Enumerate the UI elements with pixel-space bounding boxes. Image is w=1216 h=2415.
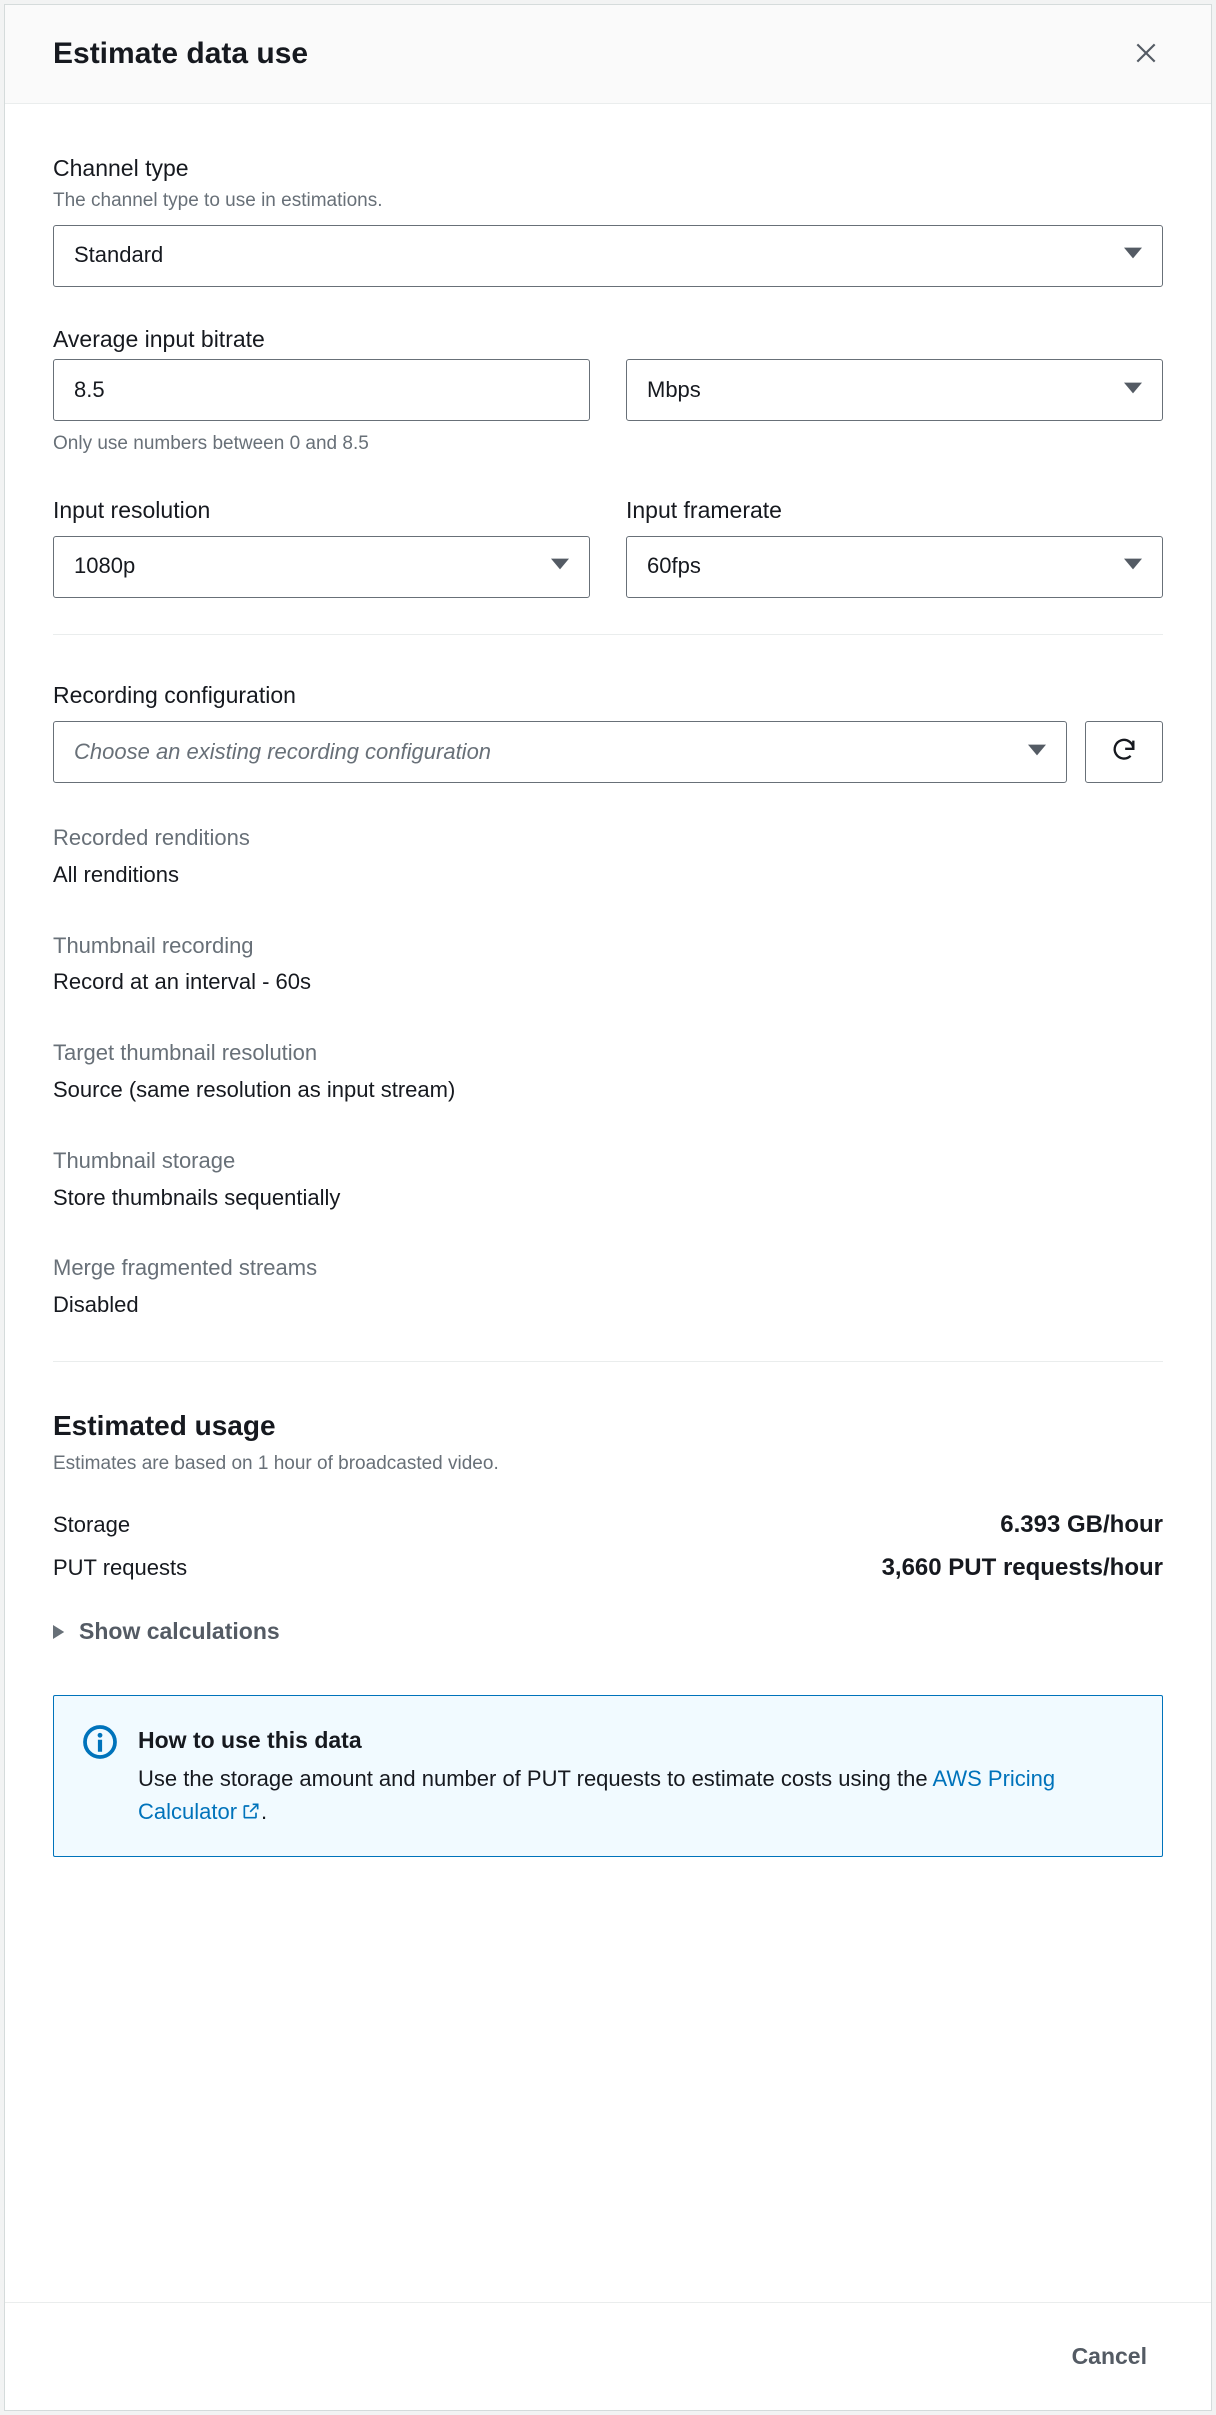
cancel-button[interactable]: Cancel [1056,2333,1163,2380]
input-framerate-value: 60fps [647,551,701,582]
channel-type-field: Channel type The channel type to use in … [53,152,1163,287]
input-resolution-value: 1080p [74,551,135,582]
thumbnail-recording-value: Record at an interval - 60s [53,967,1163,998]
close-icon [1133,54,1159,69]
merge-fragmented-value: Disabled [53,1290,1163,1321]
avg-bitrate-field: Average input bitrate Mbps Only use numb… [53,323,1163,458]
target-thumb-res-value: Source (same resolution as input stream) [53,1075,1163,1106]
storage-row: Storage 6.393 GB/hour [53,1508,1163,1542]
recorded-renditions-block: Recorded renditions All renditions [53,823,1163,891]
input-resolution-select[interactable]: 1080p [53,536,590,598]
caret-down-icon [1124,240,1142,271]
thumbnail-recording-label: Thumbnail recording [53,931,1163,962]
channel-type-label: Channel type [53,152,1163,184]
avg-bitrate-constraint: Only use numbers between 0 and 8.5 [53,431,1163,458]
show-calculations-toggle[interactable]: Show calculations [53,1615,1163,1647]
input-framerate-field: Input framerate 60fps [626,494,1163,598]
input-framerate-select[interactable]: 60fps [626,536,1163,598]
close-button[interactable] [1129,36,1163,73]
storage-value: 6.393 GB/hour [1000,1508,1163,1542]
triangle-right-icon [53,1615,67,1647]
channel-type-value: Standard [74,240,163,271]
info-title: How to use this data [138,1724,1134,1756]
channel-type-hint: The channel type to use in estimations. [53,188,1163,215]
modal-title: Estimate data use [53,33,308,75]
input-framerate-label: Input framerate [626,494,1163,526]
avg-bitrate-label: Average input bitrate [53,323,1163,355]
refresh-icon [1110,736,1138,767]
put-requests-value: 3,660 PUT requests/hour [882,1551,1163,1585]
info-text: Use the storage amount and number of PUT… [138,1762,1134,1828]
recording-config-placeholder: Choose an existing recording configurati… [74,737,491,768]
info-text-before: Use the storage amount and number of PUT… [138,1766,932,1791]
avg-bitrate-input[interactable] [53,359,590,421]
estimate-data-use-modal: Estimate data use Channel type The chann… [4,4,1212,2411]
input-res-fps-row: Input resolution 1080p Input framerate 6… [53,494,1163,598]
recorded-renditions-label: Recorded renditions [53,823,1163,854]
thumbnail-storage-label: Thumbnail storage [53,1146,1163,1177]
divider [53,634,1163,635]
channel-type-select[interactable]: Standard [53,225,1163,287]
avg-bitrate-unit-value: Mbps [647,375,701,406]
input-resolution-field: Input resolution 1080p [53,494,590,598]
info-icon [82,1724,118,1828]
divider [53,1361,1163,1362]
target-thumb-res-label: Target thumbnail resolution [53,1038,1163,1069]
thumbnail-recording-block: Thumbnail recording Record at an interva… [53,931,1163,999]
info-text-after: . [261,1799,267,1824]
modal-header: Estimate data use [5,5,1211,104]
caret-down-icon [551,551,569,582]
recording-config-field: Recording configuration Choose an existi… [53,679,1163,783]
info-content: How to use this data Use the storage amo… [138,1724,1134,1828]
avg-bitrate-unit-select[interactable]: Mbps [626,359,1163,421]
estimated-usage-section: Estimated usage Estimates are based on 1… [53,1406,1163,1647]
put-requests-label: PUT requests [53,1553,187,1584]
thumbnail-storage-value: Store thumbnails sequentially [53,1183,1163,1214]
caret-down-icon [1124,551,1142,582]
merge-fragmented-label: Merge fragmented streams [53,1253,1163,1284]
recorded-renditions-value: All renditions [53,860,1163,891]
estimated-usage-subtitle: Estimates are based on 1 hour of broadca… [53,1451,1163,1478]
merge-fragmented-block: Merge fragmented streams Disabled [53,1253,1163,1321]
recording-config-label: Recording configuration [53,679,1163,711]
put-requests-row: PUT requests 3,660 PUT requests/hour [53,1551,1163,1585]
show-calculations-label: Show calculations [79,1615,280,1647]
target-thumb-res-block: Target thumbnail resolution Source (same… [53,1038,1163,1106]
modal-footer: Cancel [5,2302,1211,2410]
thumbnail-storage-block: Thumbnail storage Store thumbnails seque… [53,1146,1163,1214]
modal-body: Channel type The channel type to use in … [5,104,1211,2302]
info-box: How to use this data Use the storage amo… [53,1695,1163,1857]
external-link-icon [237,1799,261,1824]
estimated-usage-title: Estimated usage [53,1406,1163,1445]
storage-label: Storage [53,1510,130,1541]
recording-config-select[interactable]: Choose an existing recording configurati… [53,721,1067,783]
caret-down-icon [1028,737,1046,768]
caret-down-icon [1124,375,1142,406]
input-resolution-label: Input resolution [53,494,590,526]
refresh-button[interactable] [1085,721,1163,783]
